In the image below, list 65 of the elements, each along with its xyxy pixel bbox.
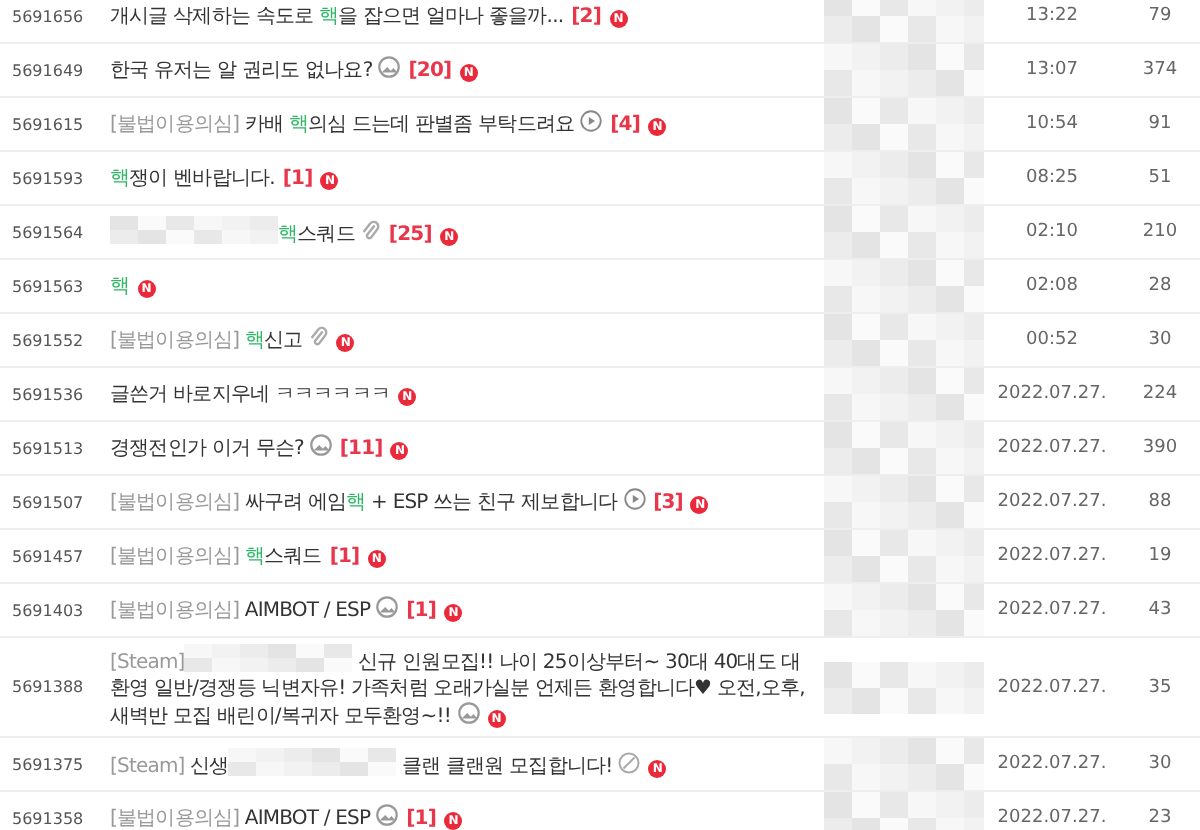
post-date: 02:10 — [1024, 222, 1080, 242]
comment-count[interactable]: [20] — [408, 60, 452, 82]
view-count: 91 — [1146, 114, 1174, 134]
post-date: 2022.07.27. — [995, 600, 1109, 620]
view-count: 43 — [1146, 600, 1174, 620]
image-icon — [376, 596, 399, 618]
paperclip-icon — [360, 220, 381, 242]
play-icon — [580, 110, 603, 132]
view-count: 19 — [1146, 546, 1174, 566]
view-count: 30 — [1146, 754, 1174, 774]
post-number: 5691513 — [10, 439, 86, 457]
post-date: 13:07 — [1024, 60, 1080, 80]
post-date: 2022.07.27. — [995, 754, 1109, 774]
post-number: 5691536 — [10, 385, 86, 403]
blocked-icon — [618, 752, 641, 774]
comment-count[interactable]: [3] — [653, 492, 683, 514]
image-icon — [457, 702, 480, 724]
comment-count[interactable]: [25] — [388, 224, 432, 246]
image-icon — [309, 434, 332, 456]
post-date: 08:25 — [1024, 168, 1080, 188]
post-number: 5691564 — [10, 223, 86, 241]
comment-count[interactable]: [4] — [610, 114, 641, 136]
post-date: 10:54 — [1024, 114, 1080, 134]
paperclip-icon — [308, 326, 329, 348]
view-count: 224 — [1140, 384, 1180, 404]
post-number: 5691615 — [10, 115, 86, 133]
post-date: 2022.07.27. — [995, 438, 1109, 458]
post-number: 5691552 — [10, 331, 86, 349]
post-date: 00:52 — [1024, 330, 1080, 350]
post-number: 5691403 — [10, 601, 86, 619]
view-count: 23 — [1146, 808, 1174, 828]
view-count: 30 — [1146, 330, 1174, 350]
post-date: 2022.07.27. — [995, 808, 1109, 828]
comment-count[interactable]: [1] — [282, 167, 313, 189]
post-number: 5691375 — [10, 755, 86, 773]
comment-count[interactable]: [1] — [406, 808, 436, 830]
view-count: 88 — [1146, 492, 1174, 512]
comment-count[interactable]: [1] — [406, 600, 436, 622]
post-date: 2022.07.27. — [995, 492, 1109, 512]
comment-count[interactable]: [11] — [339, 438, 383, 460]
post-date: 02:08 — [1024, 276, 1080, 296]
comment-count[interactable]: [2] — [571, 5, 602, 27]
view-count: 210 — [1140, 222, 1180, 242]
post-date: 2022.07.27. — [995, 384, 1109, 404]
post-number: 5691388 — [10, 678, 86, 696]
image-icon — [378, 56, 401, 78]
view-count: 28 — [1146, 276, 1174, 296]
view-count: 35 — [1146, 677, 1174, 697]
post-number: 5691457 — [10, 547, 86, 565]
post-number: 5691563 — [10, 277, 86, 295]
comment-count[interactable]: [1] — [329, 545, 360, 567]
view-count: 51 — [1146, 168, 1174, 188]
post-date: 2022.07.27. — [995, 677, 1109, 697]
post-date: 2022.07.27. — [995, 546, 1109, 566]
play-icon — [623, 488, 646, 510]
post-number: 5691358 — [10, 809, 86, 827]
image-icon — [376, 804, 399, 826]
post-number: 5691593 — [10, 169, 86, 187]
post-number: 5691507 — [10, 493, 86, 511]
post-number: 5691656 — [10, 7, 86, 25]
view-count: 374 — [1140, 60, 1180, 80]
view-count: 390 — [1140, 438, 1180, 458]
view-count: 79 — [1146, 6, 1174, 26]
post-number: 5691649 — [10, 61, 86, 79]
post-date: 13:22 — [1024, 6, 1080, 26]
